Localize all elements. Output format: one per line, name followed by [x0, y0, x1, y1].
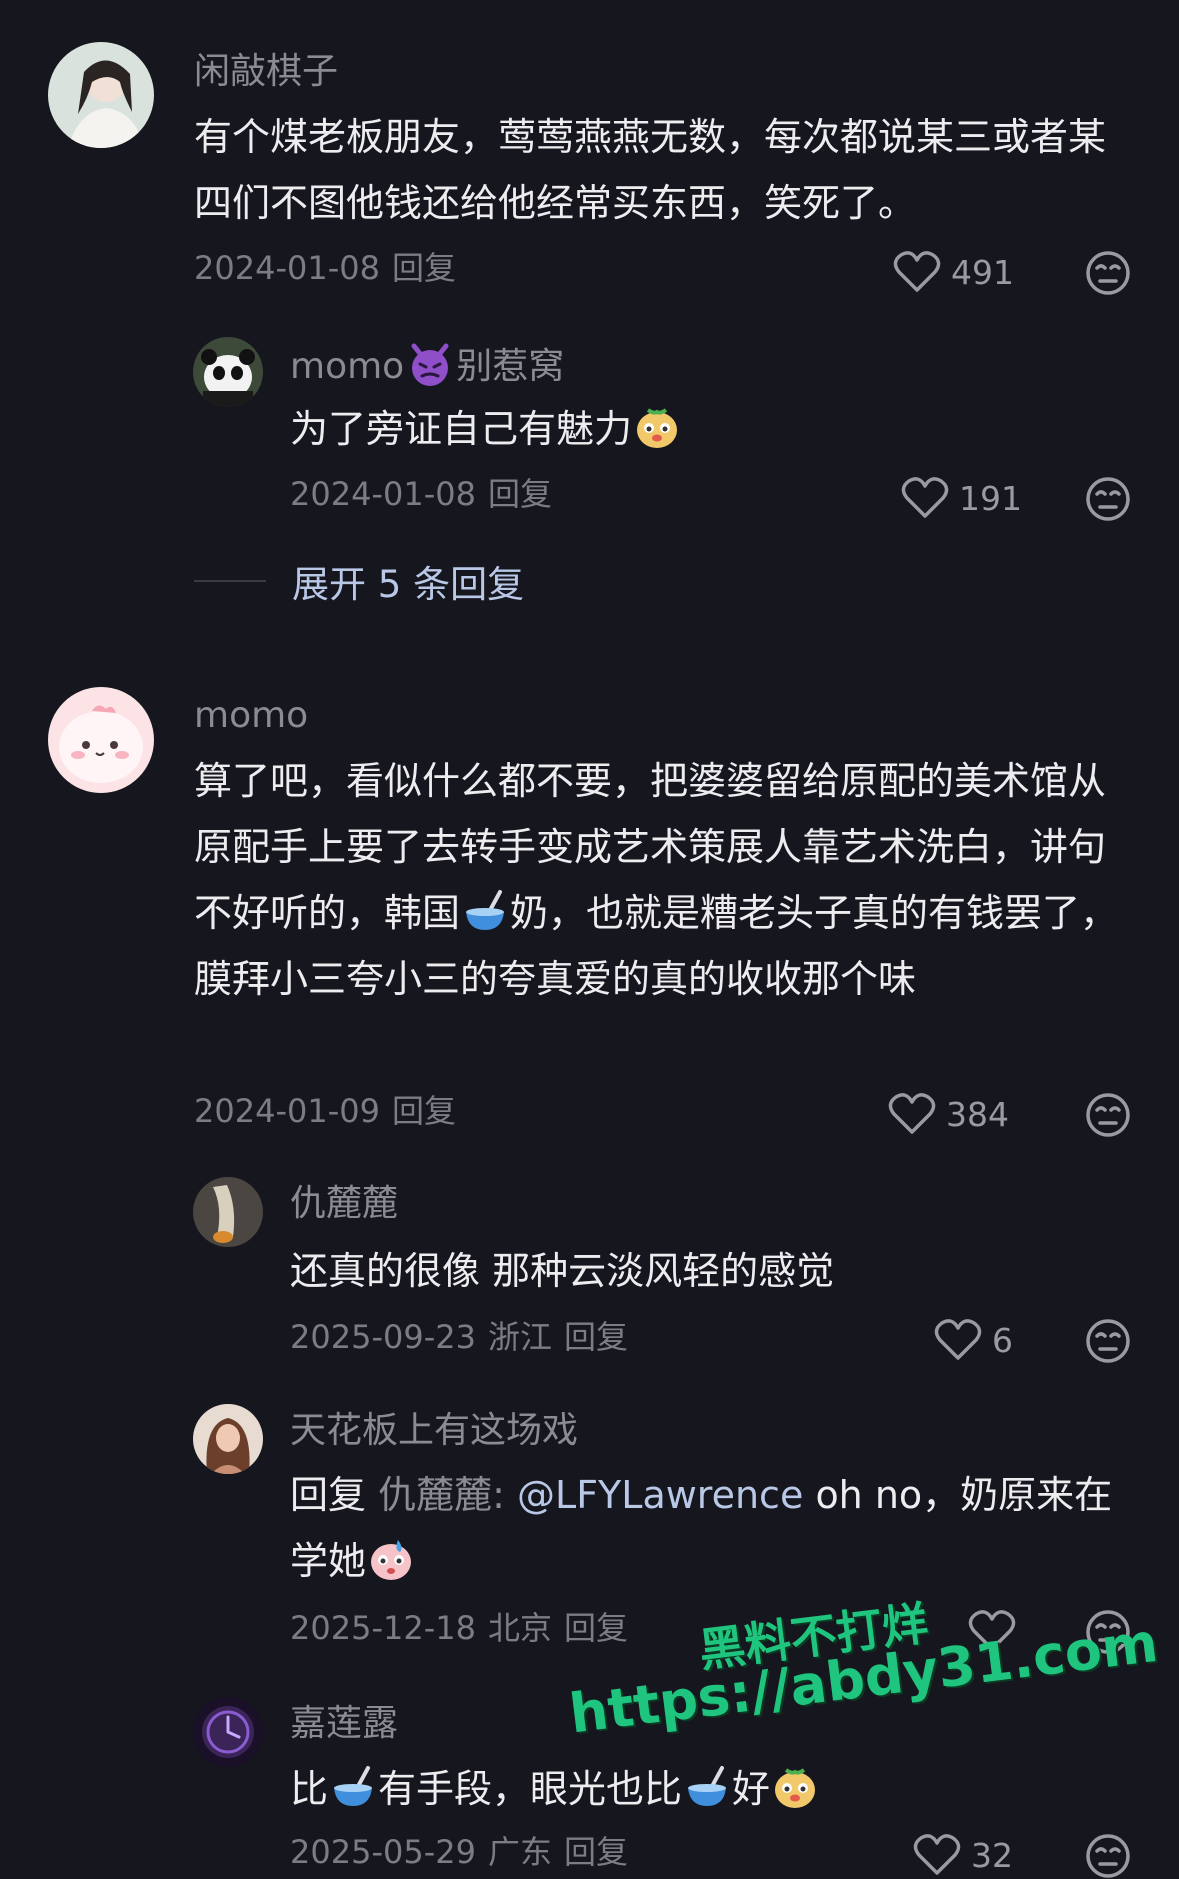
comment-username[interactable]: 闲敲棋子 [194, 50, 338, 94]
comment-meta: 2024-01-08 回复 [194, 248, 468, 288]
dislike-icon[interactable] [1085, 250, 1131, 296]
dislike-icon[interactable] [1085, 1092, 1131, 1138]
mention-link[interactable]: @LFYLawrence [517, 1473, 803, 1517]
avatar[interactable] [193, 1177, 263, 1247]
reply-meta: 2025-09-23 浙江 回复 [290, 1317, 640, 1357]
avatar[interactable] [48, 687, 154, 793]
heart-icon [893, 251, 941, 292]
like-button[interactable]: 191 [901, 476, 1022, 520]
reply-button[interactable]: 回复 [392, 249, 456, 287]
devil-emoji-icon [411, 343, 449, 386]
avatar[interactable] [193, 1404, 263, 1474]
reply-meta: 2024-01-08 回复 [290, 474, 564, 514]
dislike-icon[interactable] [1085, 1318, 1131, 1364]
face-emoji-icon [775, 1768, 816, 1808]
comment-text: 算了吧，看似什么都不要，把婆婆留给原配的美术馆从原配手上要了去转手变成艺术策展人… [194, 759, 1119, 1001]
bowl-emoji-icon [334, 1766, 373, 1806]
like-button[interactable]: 6 [934, 1318, 1013, 1362]
like-count: 384 [946, 1094, 1009, 1134]
bowl-emoji-icon [688, 1766, 727, 1806]
reply-date: 2025-09-23 [290, 1318, 476, 1356]
like-count: 6 [992, 1320, 1013, 1360]
reply-date: 2025-05-29 [290, 1833, 476, 1871]
reply-button[interactable]: 回复 [564, 1833, 628, 1871]
like-button[interactable]: 491 [893, 250, 1014, 294]
reply-text: 为了旁证自己有魅力 [290, 396, 1120, 462]
reply-button[interactable]: 回复 [392, 1092, 456, 1130]
reply-meta: 2025-12-18 北京 回复 [290, 1608, 640, 1648]
heart-icon [934, 1319, 982, 1360]
reply-text: 回复 仇麓麓: @LFYLawrence oh no，奶原来在学她 [290, 1473, 1113, 1583]
dislike-icon[interactable] [1085, 1833, 1131, 1879]
heart-icon [901, 477, 949, 518]
heart-icon [888, 1093, 936, 1134]
like-button[interactable]: 384 [888, 1092, 1009, 1136]
reply-location: 北京 [487, 1609, 552, 1647]
like-count: 191 [959, 478, 1022, 518]
expand-replies[interactable]: 展开 5 条回复 [194, 554, 524, 608]
heart-icon [913, 1834, 961, 1875]
reply-meta: 2025-05-29 广东 回复 [290, 1832, 640, 1872]
face-emoji-icon [637, 408, 678, 448]
reply-location: 广东 [487, 1833, 552, 1871]
reply-username[interactable]: 仇麓麓 [290, 1182, 398, 1226]
like-count: 491 [951, 252, 1014, 292]
reply-username[interactable]: 天花板上有这场戏 [290, 1409, 578, 1453]
comment-text: 有个煤老板朋友，莺莺燕燕无数，每次都说某三或者某四们不图他钱还给他经常买东西，笑… [194, 115, 1107, 225]
avatar[interactable] [193, 337, 263, 407]
reply-date: 2025-12-18 [290, 1609, 476, 1647]
reply-date: 2024-01-08 [290, 475, 476, 513]
reply-button[interactable]: 回复 [564, 1318, 628, 1356]
comment-date: 2024-01-08 [194, 249, 380, 287]
reply-text: 还真的很像 那种云淡风轻的感觉 [290, 1249, 835, 1293]
reply-button[interactable]: 回复 [488, 475, 552, 513]
reply-location: 浙江 [487, 1318, 552, 1356]
reply-button[interactable]: 回复 [564, 1609, 628, 1647]
like-button[interactable]: 32 [913, 1833, 1013, 1877]
avatar[interactable] [48, 42, 154, 148]
dislike-icon[interactable] [1085, 476, 1131, 522]
comment-username[interactable]: momo [194, 694, 308, 738]
reply-to-username[interactable]: 仇麓麓 [378, 1473, 492, 1517]
comment-meta: 2024-01-09 回复 [194, 1091, 468, 1131]
reply-username[interactable]: 嘉莲露 [290, 1702, 398, 1746]
sweat-face-emoji-icon [371, 1540, 412, 1580]
like-count: 32 [971, 1835, 1013, 1875]
expand-replies-label[interactable]: 展开 5 条回复 [292, 554, 524, 608]
avatar[interactable] [193, 1697, 263, 1767]
divider [194, 580, 266, 582]
reply-username[interactable]: momo 别惹窝 [290, 340, 564, 389]
reply-text: 比有手段，眼光也比好 [290, 1756, 1130, 1822]
bowl-emoji-icon [466, 890, 505, 930]
comment-date: 2024-01-09 [194, 1092, 380, 1130]
